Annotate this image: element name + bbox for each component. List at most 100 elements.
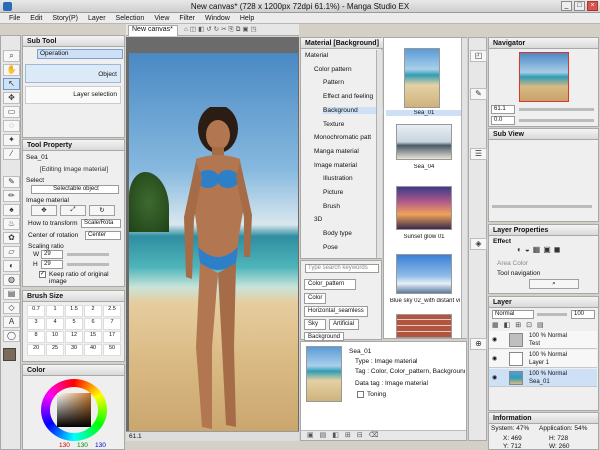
material-tree-item[interactable]: Image material	[314, 162, 384, 169]
operation-tool-icon[interactable]: ↖	[3, 78, 20, 90]
thumb-brick[interactable]	[396, 314, 452, 338]
fill-tool-icon[interactable]: ◍	[3, 274, 20, 286]
menu-filter[interactable]: Filter	[174, 15, 200, 22]
thumbnails-scrollbar[interactable]	[461, 38, 467, 338]
auto-select-tool-icon[interactable]: ✦	[3, 134, 20, 146]
tag-horizontal-seamless[interactable]: Horizontal_seamless	[304, 306, 368, 317]
menu-layer[interactable]: Layer	[83, 15, 111, 22]
opacity-field[interactable]: 100	[571, 310, 595, 319]
layer-toolbar-icons[interactable]: ▦◧⊞⊡▤	[492, 321, 596, 329]
right-strip-icon-4[interactable]: ◈	[470, 238, 487, 250]
center-dropdown[interactable]: Center	[85, 231, 121, 240]
pen-tool-icon[interactable]: ✎	[3, 176, 20, 188]
gradient-tool-icon[interactable]: ▤	[3, 288, 20, 300]
menu-edit[interactable]: Edit	[25, 15, 47, 22]
material-tree-item[interactable]: Monochromatic patt	[314, 134, 384, 141]
h-slider[interactable]	[67, 263, 109, 266]
text-tool-icon[interactable]: A	[3, 316, 20, 328]
layer-row[interactable]: ◉ 100 % Normal Sea_01	[489, 369, 597, 387]
zoom-tool-icon[interactable]: ⌕	[3, 50, 20, 62]
brush-size-preset[interactable]: 1.5	[65, 305, 83, 317]
airbrush-tool-icon[interactable]: ♨	[3, 218, 20, 230]
tag-artificial[interactable]: Artificial	[329, 319, 359, 330]
brush-size-preset[interactable]: 2.5	[103, 305, 121, 317]
operation-tab[interactable]: Operation	[37, 49, 123, 59]
transform-mode-2[interactable]: ⤢	[60, 205, 86, 216]
material-tree-item[interactable]: Manga material	[314, 148, 384, 155]
navigator-angle-slider[interactable]	[519, 119, 594, 122]
transform-mode-3[interactable]: ↻	[89, 205, 115, 216]
thumb-sea-01[interactable]	[404, 48, 440, 108]
navigator-preview[interactable]	[519, 52, 569, 102]
brush-size-preset[interactable]: 1	[46, 305, 64, 317]
keep-ratio-checkbox[interactable]: ✓	[39, 271, 46, 278]
tag-background[interactable]: Background	[304, 332, 344, 341]
menu-story[interactable]: Story(P)	[47, 15, 83, 22]
transform-dropdown[interactable]: Scale/Rota	[81, 219, 121, 228]
navigator-zoom[interactable]: 61.1	[491, 105, 515, 114]
material-tree-item[interactable]: 3D	[314, 216, 384, 223]
main-color-swatch[interactable]	[3, 348, 16, 361]
subtool-layer-selection[interactable]: Layer selection	[25, 86, 121, 104]
balloon-tool-icon[interactable]: ◯	[3, 330, 20, 342]
subtool-object[interactable]: Object	[25, 64, 121, 83]
brush-size-preset[interactable]: 15	[84, 331, 102, 343]
blend-tool-icon[interactable]: ◐	[3, 260, 20, 272]
tab-new-canvas[interactable]: New canvas*	[128, 25, 178, 36]
brush-tool-icon[interactable]: ♠	[3, 204, 20, 216]
brush-size-preset[interactable]: 25	[46, 344, 64, 356]
material-bottom-toolbar[interactable]: ▣▤◧⊞⊟⌫	[301, 430, 466, 440]
close-button[interactable]: ×	[587, 1, 598, 11]
menu-selection[interactable]: Selection	[111, 15, 150, 22]
w-slider[interactable]	[67, 253, 109, 256]
minimize-button[interactable]: _	[561, 1, 572, 11]
select-dropdown[interactable]: Selectable object	[31, 185, 119, 194]
visibility-eye-icon[interactable]: ◉	[492, 355, 497, 362]
navigator-zoom-slider[interactable]	[519, 108, 594, 111]
layer-row[interactable]: ◉ 100 % Normal Test	[489, 331, 597, 349]
brush-size-preset[interactable]: 7	[103, 318, 121, 330]
brush-size-preset[interactable]: 50	[103, 344, 121, 356]
visibility-eye-icon[interactable]: ◉	[492, 374, 497, 381]
brush-size-preset[interactable]: 0.7	[27, 305, 45, 317]
brush-size-preset[interactable]: 2	[84, 305, 102, 317]
figure-tool-icon[interactable]: ◇	[3, 302, 20, 314]
blend-mode-dropdown[interactable]: Normal	[492, 310, 534, 319]
thumb-sea-04[interactable]	[396, 124, 452, 160]
thumb-blue-sky-02[interactable]	[396, 254, 452, 294]
brush-size-preset[interactable]: 6	[84, 318, 102, 330]
brush-size-preset[interactable]: 30	[65, 344, 83, 356]
selection-tool-icon[interactable]: ▭	[3, 106, 20, 118]
menu-view[interactable]: View	[149, 15, 174, 22]
transform-mode-1[interactable]: ✥	[31, 205, 57, 216]
menu-window[interactable]: Window	[200, 15, 235, 22]
maximize-button[interactable]: □	[574, 1, 585, 11]
subview-slider[interactable]	[492, 205, 592, 208]
toning-checkbox[interactable]	[357, 391, 364, 398]
move-tool-icon[interactable]: ✥	[3, 92, 20, 104]
navigator-angle[interactable]: 0.0	[491, 116, 515, 125]
brush-size-preset[interactable]: 8	[27, 331, 45, 343]
effect-icons[interactable]: ◐◒▦▣◼	[517, 245, 587, 255]
material-tree-item[interactable]: Material	[305, 52, 375, 59]
layer-row[interactable]: ◉ 100 % Normal Layer 1	[489, 350, 597, 368]
hand-tool-icon[interactable]: ✋	[3, 64, 20, 76]
right-strip-icon-1[interactable]: ◰	[470, 50, 487, 62]
eraser-tool-icon[interactable]: ▱	[3, 246, 20, 258]
visibility-eye-icon[interactable]: ◉	[492, 336, 497, 343]
canvas-viewport[interactable]: 61.1	[126, 37, 299, 441]
tool-nav-button[interactable]: ⌕	[529, 279, 579, 289]
right-strip-icon-3[interactable]: ☰	[470, 148, 487, 160]
brush-size-preset[interactable]: 20	[27, 344, 45, 356]
brush-size-preset[interactable]: 4	[46, 318, 64, 330]
right-strip-icon-5[interactable]: ⊕	[470, 338, 487, 350]
brush-size-preset[interactable]: 3	[27, 318, 45, 330]
brush-size-preset[interactable]: 5	[65, 318, 83, 330]
material-tree-item[interactable]: Color pattern	[314, 66, 384, 73]
eyedropper-tool-icon[interactable]: ⁄	[3, 148, 20, 160]
opacity-slider[interactable]	[537, 313, 567, 316]
tag-sky[interactable]: Sky	[304, 319, 326, 330]
canvas-command-icons[interactable]: ⌂◫◧↺↻✂⎘⧉▣◳	[184, 25, 259, 34]
thumb-sunset-glow-01[interactable]	[396, 186, 452, 230]
material-search-input[interactable]: Type search keywords	[305, 264, 379, 273]
